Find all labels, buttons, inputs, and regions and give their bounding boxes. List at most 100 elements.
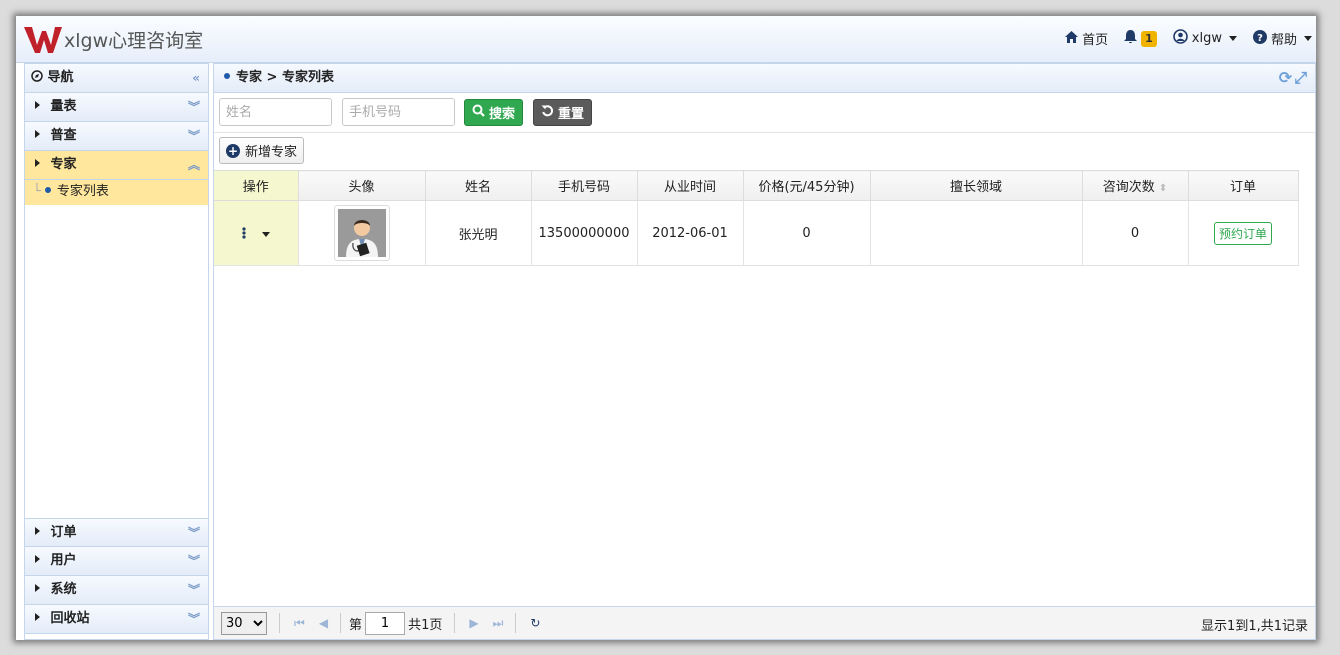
search-toolbar: 搜索 重置 <box>214 93 1315 133</box>
book-order-button[interactable]: 预约订单 <box>1213 221 1272 245</box>
expert-count: 0 <box>1082 200 1189 266</box>
sidebar-subitem-label: 专家列表 <box>56 184 109 199</box>
main-panel: 专家 > 专家列表 ⟳⤢ 搜索 重置 + <box>213 63 1316 640</box>
app-title: xlgw心理咨询室 <box>64 30 204 52</box>
sidebar-item-label: 普查 <box>50 128 77 143</box>
caret-right-icon <box>35 527 40 535</box>
caret-right-icon <box>35 130 40 138</box>
column-header-sortable[interactable]: 咨询次数 ⬍ <box>1082 170 1189 201</box>
sidebar-header: 导航 « <box>25 64 208 93</box>
phone-search-input[interactable] <box>342 98 455 126</box>
sort-icon: ⬍ <box>1158 183 1168 194</box>
caret-right-icon <box>35 101 40 109</box>
expert-price: 0 <box>743 200 871 266</box>
prev-page-icon[interactable]: ◀ <box>319 616 328 630</box>
name-search-input[interactable] <box>219 98 332 126</box>
column-header: 价格(元/45分钟) <box>743 170 871 201</box>
top-nav: 首页 1 xlgw ? 帮助 <box>1055 29 1312 48</box>
sidebar-item-survey[interactable]: 普查 ︾ <box>25 122 208 151</box>
column-header: 订单 <box>1188 170 1299 201</box>
chevron-double-down-icon: ︾ <box>187 554 200 568</box>
page-size-select[interactable]: 30 <box>221 611 267 635</box>
user-name: xlgw <box>1191 31 1222 46</box>
compass-icon <box>31 70 48 85</box>
sidebar: 导航 « 量表 ︾ 普查 ︾ 专家 ︽ └ 专家列表 订单 ︾ 用户 ︾ 系统 … <box>24 63 209 640</box>
table-row: 张光明 13500000000 2012-06-01 0 0 预约订单 <box>214 200 1299 266</box>
action-toolbar: + 新增专家 <box>214 133 1315 169</box>
notifications-button[interactable]: 1 <box>1124 29 1157 48</box>
next-page-icon[interactable]: ▶ <box>469 616 478 630</box>
sidebar-item-label: 用户 <box>50 553 77 568</box>
expert-field <box>870 200 1083 266</box>
sidebar-item-users[interactable]: 用户 ︾ <box>25 547 208 576</box>
chevron-double-down-icon: ︾ <box>187 612 200 626</box>
expand-icon[interactable]: ⤢ <box>1294 68 1309 87</box>
sidebar-header-label: 导航 <box>47 70 74 85</box>
app-window: xlgw心理咨询室 首页 1 xlgw ? 帮助 导航 « 量表 ︾ 普查 ︾ … <box>16 16 1316 640</box>
sidebar-item-label: 量表 <box>50 99 77 114</box>
search-button[interactable]: 搜索 <box>464 99 524 126</box>
add-expert-label: 新增专家 <box>245 145 298 160</box>
sidebar-item-scales[interactable]: 量表 ︾ <box>25 93 208 122</box>
page-number-input[interactable] <box>365 611 406 635</box>
expert-since: 2012-06-01 <box>637 200 744 266</box>
question-icon: ? <box>1252 29 1267 48</box>
user-icon <box>1172 29 1188 48</box>
home-icon <box>1065 30 1079 47</box>
column-header: 擅长领域 <box>870 170 1083 201</box>
caret-down-icon <box>1228 36 1237 41</box>
divider <box>340 613 342 633</box>
chevron-double-down-icon: ︾ <box>187 526 200 540</box>
panel-tools: ⟳⤢ <box>1279 64 1309 92</box>
bullet-icon <box>224 73 230 79</box>
refresh-icon[interactable]: ⟳ <box>1279 68 1294 87</box>
divider <box>515 613 517 633</box>
breadcrumb-label: 专家 > 专家列表 <box>236 70 334 85</box>
sidebar-item-recycle-bin[interactable]: 回收站 ︾ <box>25 605 208 634</box>
sidebar-item-label: 专家 <box>50 157 77 172</box>
search-button-label: 搜索 <box>489 107 516 122</box>
bell-icon <box>1124 29 1138 48</box>
divider <box>279 613 280 633</box>
divider <box>454 613 456 633</box>
caret-right-icon <box>35 159 40 167</box>
plus-circle-icon: + <box>226 143 240 158</box>
collapse-sidebar-icon[interactable]: « <box>192 64 200 92</box>
logo-icon <box>24 27 62 53</box>
search-icon <box>472 104 485 121</box>
add-expert-button[interactable]: + 新增专家 <box>219 137 305 164</box>
help-menu[interactable]: ? 帮助 <box>1252 29 1312 48</box>
expert-table: 操作 头像 姓名 手机号码 从业时间 价格(元/45分钟) 擅长领域 咨询次数 … <box>214 170 1299 266</box>
page-total: 共1页 <box>408 617 443 633</box>
sidebar-item-orders[interactable]: 订单 ︾ <box>25 518 208 547</box>
chevron-double-up-icon: ︽ <box>187 158 200 172</box>
sidebar-item-label: 回收站 <box>50 611 90 626</box>
column-header: 操作 <box>214 170 299 201</box>
screen-frame: xlgw心理咨询室 首页 1 xlgw ? 帮助 导航 « 量表 ︾ 普查 ︾ … <box>0 0 1340 655</box>
notification-badge: 1 <box>1141 30 1157 47</box>
reset-button[interactable]: 重置 <box>533 99 593 126</box>
breadcrumb: 专家 > 专家列表 ⟳⤢ <box>214 64 1315 93</box>
sidebar-item-experts[interactable]: 专家 ︽ <box>25 151 208 180</box>
svg-text:?: ? <box>1257 33 1263 44</box>
reload-icon[interactable]: ↻ <box>530 616 540 630</box>
column-header: 从业时间 <box>637 170 744 201</box>
pagination-bar: 30 ⏮ ◀ 第 共1页 ▶ ⏭ ↻ 显示1到1,共1记录 <box>214 606 1315 639</box>
last-page-icon[interactable]: ⏭ <box>493 616 504 631</box>
expert-phone: 13500000000 <box>531 200 638 266</box>
home-link[interactable]: 首页 <box>1065 29 1108 48</box>
user-menu[interactable]: xlgw <box>1172 29 1237 48</box>
page-prefix: 第 <box>349 617 363 633</box>
row-actions[interactable] <box>214 200 299 266</box>
avatar <box>333 205 390 261</box>
sidebar-item-system[interactable]: 系统 ︾ <box>25 576 208 605</box>
sidebar-subitem-expert-list[interactable]: └ 专家列表 <box>25 180 208 205</box>
table-header-row: 操作 头像 姓名 手机号码 从业时间 价格(元/45分钟) 擅长领域 咨询次数 … <box>214 170 1299 201</box>
more-vertical-icon <box>242 226 250 241</box>
caret-down-icon <box>1304 36 1312 41</box>
caret-right-icon <box>35 555 40 563</box>
column-header: 姓名 <box>425 170 532 201</box>
first-page-icon[interactable]: ⏮ <box>294 616 305 631</box>
pagination-info: 显示1到1,共1记录 <box>1201 619 1308 634</box>
